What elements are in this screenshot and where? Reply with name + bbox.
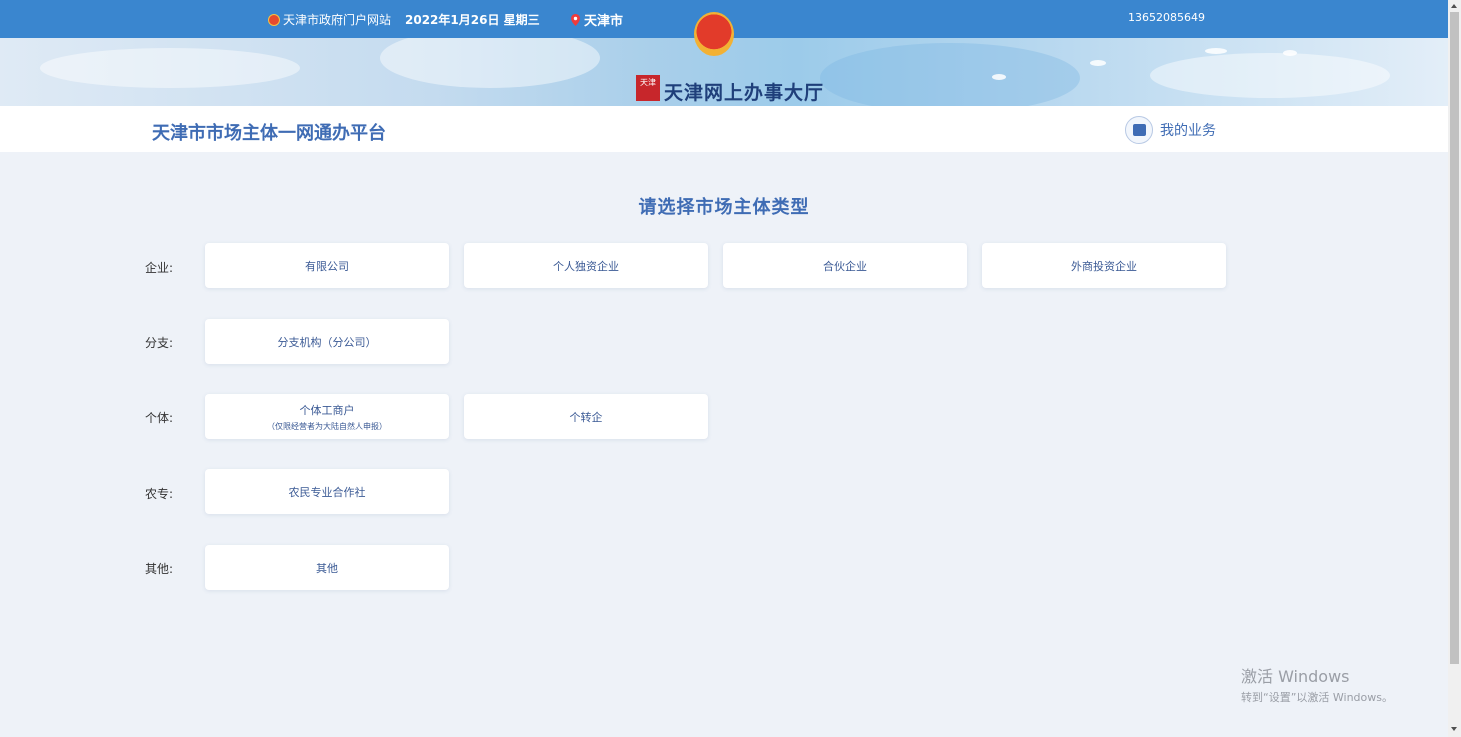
option-other[interactable]: 其他 — [205, 545, 449, 590]
emblem-icon — [268, 13, 280, 26]
scroll-thumb[interactable] — [1450, 12, 1459, 664]
bird-decoration — [1283, 50, 1297, 56]
option-individual-to-enterprise[interactable]: 个转企 — [464, 394, 708, 439]
gov-portal-label: 天津市政府门户网站 — [283, 13, 392, 27]
gov-portal-link[interactable]: 天津市政府门户网站 — [268, 11, 391, 28]
option-farmer-cooperative[interactable]: 农民专业合作社 — [205, 469, 449, 514]
option-individual-business[interactable]: 个体工商户 （仅限经营者为大陆自然人申报） — [205, 394, 449, 439]
vertical-scrollbar[interactable] — [1448, 0, 1461, 737]
bird-decoration — [1090, 60, 1106, 66]
platform-title: 天津市市场主体一网通办平台 — [152, 123, 386, 144]
option-note: （仅限经营者为大陆自然人申报） — [267, 421, 387, 431]
location-label: 天津市 — [584, 14, 624, 29]
watermark-line1: 激活 Windows — [1241, 667, 1350, 686]
option-partnership[interactable]: 合伙企业 — [723, 243, 967, 288]
option-foreign-investment[interactable]: 外商投资企业 — [982, 243, 1226, 288]
platform-header: 天津市市场主体一网通办平台 我的业务 — [0, 106, 1448, 152]
page-heading: 请选择市场主体类型 — [638, 197, 810, 218]
user-phone[interactable]: 13652085649 — [1128, 11, 1205, 24]
option-label: 个体工商户 — [299, 403, 355, 417]
location-selector[interactable]: 天津市 — [571, 10, 623, 29]
option-label: 外商投资企业 — [1071, 259, 1137, 273]
option-label: 有限公司 — [305, 259, 349, 273]
option-limited-company[interactable]: 有限公司 — [205, 243, 449, 288]
hall-seal-icon: 天津 — [636, 74, 660, 101]
scroll-up-icon[interactable] — [1451, 4, 1457, 8]
national-emblem-icon — [694, 12, 734, 56]
hall-title: 天津网上办事大厅 — [664, 82, 825, 104]
location-pin-icon — [571, 13, 580, 26]
bird-decoration — [992, 74, 1006, 80]
option-label: 分支机构（分公司） — [277, 335, 377, 349]
option-label: 农民专业合作社 — [288, 485, 366, 499]
windows-activation-watermark: 激活 Windows 转到“设置”以激活 Windows。 — [1241, 663, 1393, 705]
my-business-link[interactable]: 我的业务 — [1125, 116, 1216, 144]
option-label: 其他 — [316, 561, 338, 575]
row-label-branch: 分支: — [145, 336, 174, 350]
scroll-down-icon[interactable] — [1451, 727, 1457, 731]
option-label: 合伙企业 — [823, 259, 867, 273]
row-label-enterprise: 企业: — [145, 261, 174, 275]
online-hall-logo[interactable]: 天津 天津网上办事大厅 — [636, 70, 824, 105]
row-label-individual: 个体: — [145, 411, 174, 425]
option-sole-proprietorship[interactable]: 个人独资企业 — [464, 243, 708, 288]
row-label-cooperative: 农专: — [145, 487, 174, 501]
bird-decoration — [1205, 48, 1227, 54]
current-date: 2022年1月26日 星期三 — [405, 13, 540, 27]
option-label: 个人独资企业 — [553, 259, 619, 273]
watermark-line2: 转到“设置”以激活 Windows。 — [1241, 691, 1393, 704]
row-label-other: 其他: — [145, 562, 174, 576]
option-label: 个转企 — [569, 410, 603, 424]
my-business-icon — [1125, 116, 1153, 144]
my-business-label: 我的业务 — [1160, 123, 1216, 139]
option-branch-office[interactable]: 分支机构（分公司） — [205, 319, 449, 364]
